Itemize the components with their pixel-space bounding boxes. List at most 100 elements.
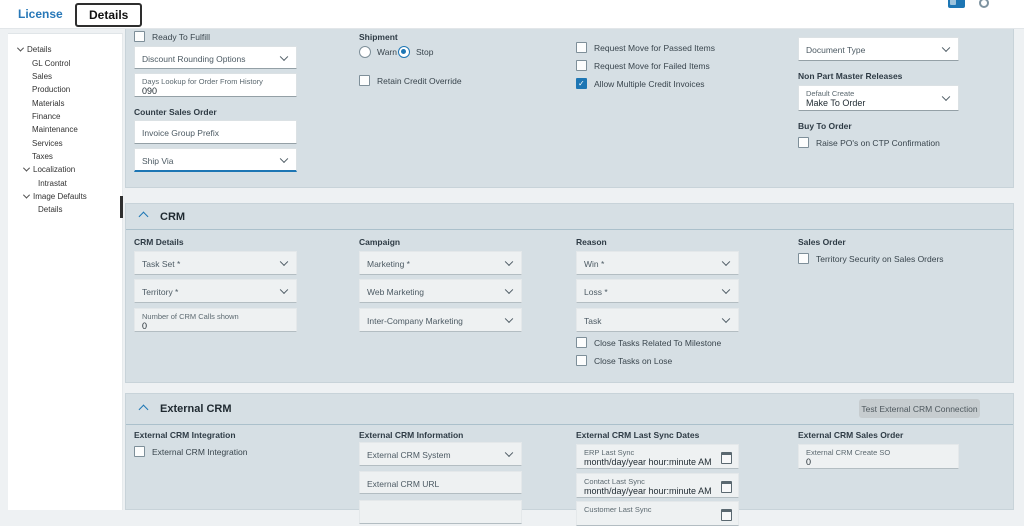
task-set-select[interactable]: Task Set *	[134, 251, 297, 275]
external-crm-section-title: External CRM	[160, 403, 232, 415]
crm-section-header: CRM	[126, 204, 1013, 230]
sales-order-header: Sales Order	[798, 237, 846, 247]
chevron-down-icon	[22, 164, 31, 172]
counter-sales-order-header: Counter Sales Order	[134, 107, 217, 117]
sidebar-scrollbar-thumb[interactable]	[120, 196, 123, 218]
card-icon[interactable]	[948, 0, 965, 8]
calendar-icon[interactable]	[721, 480, 732, 493]
checkbox-icon	[576, 60, 587, 71]
close-tasks-on-lose-checkbox[interactable]: Close Tasks on Lose	[576, 355, 672, 366]
warn-radio[interactable]: Warn	[359, 46, 397, 58]
ship-via-select[interactable]: Ship Via	[134, 148, 297, 172]
sidebar-item-production[interactable]: Production	[32, 85, 70, 94]
sidebar-item-materials[interactable]: Materials	[32, 99, 64, 108]
campaign-header: Campaign	[359, 237, 401, 247]
inter-company-marketing-select[interactable]: Inter-Company Marketing	[359, 308, 522, 332]
external-crm-section-panel: External CRM Test External CRM Connectio…	[125, 393, 1014, 526]
reason-header: Reason	[576, 237, 607, 247]
checkbox-icon	[576, 337, 587, 348]
external-crm-create-so-input[interactable]: External CRM Create SO 0	[798, 444, 959, 469]
invoice-group-prefix-input[interactable]: Invoice Group Prefix	[134, 120, 297, 144]
external-crm-integration-checkbox[interactable]: External CRM Integration	[134, 446, 247, 457]
sidebar-item-taxes[interactable]: Taxes	[32, 152, 53, 161]
default-create-select[interactable]: Default Create Make To Order	[798, 85, 959, 111]
num-crm-calls-input[interactable]: Number of CRM Calls shown 0	[134, 308, 297, 332]
tab-details[interactable]: Details	[75, 3, 143, 27]
non-part-master-releases-header: Non Part Master Releases	[798, 71, 903, 81]
radio-selected-icon	[398, 46, 410, 58]
checkbox-icon	[798, 137, 809, 148]
external-crm-information-header: External CRM Information	[359, 430, 464, 440]
checkbox-icon	[359, 75, 370, 86]
sidebar-item-details-child[interactable]: Details	[38, 205, 62, 214]
checkbox-icon	[134, 446, 145, 457]
checkbox-icon	[134, 31, 145, 42]
win-select[interactable]: Win *	[576, 251, 739, 275]
sidebar-item-finance[interactable]: Finance	[32, 112, 60, 121]
crm-details-header: CRM Details	[134, 237, 184, 247]
sidebar-item-localization[interactable]: Localization	[22, 164, 75, 174]
sidebar-tree: Details GL Control Sales Production Mate…	[8, 33, 123, 510]
sidebar-item-image-defaults[interactable]: Image Defaults	[22, 191, 87, 201]
chevron-down-icon	[16, 44, 25, 52]
chevron-down-icon	[279, 257, 289, 267]
request-move-passed-checkbox[interactable]: Request Move for Passed Items	[576, 42, 715, 53]
globe-icon[interactable]	[979, 0, 989, 8]
chevron-down-icon	[504, 257, 514, 267]
stop-radio[interactable]: Stop	[398, 46, 434, 58]
allow-multiple-credit-invoices-checkbox[interactable]: Allow Multiple Credit Invoices	[576, 78, 705, 89]
chevron-down-icon	[504, 448, 514, 458]
top-bar: License Details	[0, 0, 1024, 29]
sidebar-item-sales[interactable]: Sales	[32, 72, 52, 81]
calendar-icon[interactable]	[721, 451, 732, 464]
document-type-select[interactable]: Document Type	[798, 37, 959, 61]
ready-to-fulfill-checkbox[interactable]: Ready To Fulfill	[134, 31, 210, 42]
checkbox-icon	[798, 253, 809, 264]
customer-last-sync-input[interactable]: Customer Last Sync	[576, 501, 739, 526]
external-crm-sales-order-header: External CRM Sales Order	[798, 430, 904, 440]
contact-last-sync-input[interactable]: Contact Last Sync month/day/year hour:mi…	[576, 473, 739, 498]
test-external-crm-connection-button[interactable]: Test External CRM Connection	[859, 399, 980, 418]
general-section-panel: Ready To Fulfill Discount Rounding Optio…	[125, 28, 1014, 188]
shipment-header: Shipment	[359, 32, 398, 42]
chevron-down-icon	[721, 257, 731, 267]
web-marketing-select[interactable]: Web Marketing	[359, 279, 522, 303]
external-crm-system-select[interactable]: External CRM System	[359, 442, 522, 466]
tab-license[interactable]: License	[18, 7, 63, 21]
chevron-down-icon	[721, 285, 731, 295]
marketing-select[interactable]: Marketing *	[359, 251, 522, 275]
raise-pos-ctp-checkbox[interactable]: Raise PO's on CTP Confirmation	[798, 137, 940, 148]
crm-section-title: CRM	[160, 210, 186, 223]
chevron-up-icon[interactable]	[138, 211, 149, 222]
task-select[interactable]: Task	[576, 308, 739, 332]
chevron-down-icon	[721, 314, 731, 324]
territory-security-checkbox[interactable]: Territory Security on Sales Orders	[798, 253, 944, 264]
close-tasks-milestone-checkbox[interactable]: Close Tasks Related To Milestone	[576, 337, 721, 348]
loss-select[interactable]: Loss *	[576, 279, 739, 303]
chevron-down-icon	[504, 314, 514, 324]
buy-to-order-header: Buy To Order	[798, 121, 852, 131]
discount-rounding-options-select[interactable]: Discount Rounding Options	[134, 46, 297, 69]
external-crm-integration-header: External CRM Integration	[134, 430, 236, 440]
chevron-down-icon	[279, 285, 289, 295]
retain-credit-override-checkbox[interactable]: Retain Credit Override	[359, 75, 462, 86]
chevron-down-icon	[504, 285, 514, 295]
sidebar-item-intrastat[interactable]: Intrastat	[38, 179, 67, 188]
external-crm-url-input[interactable]: External CRM URL	[359, 471, 522, 494]
chevron-up-icon[interactable]	[138, 404, 149, 414]
request-move-failed-checkbox[interactable]: Request Move for Failed Items	[576, 60, 710, 71]
sidebar-item-details[interactable]: Details	[16, 44, 51, 54]
external-crm-extra-input[interactable]	[359, 500, 522, 524]
erp-last-sync-input[interactable]: ERP Last Sync month/day/year hour:minute…	[576, 444, 739, 469]
checkbox-checked-icon	[576, 78, 587, 89]
territory-select[interactable]: Territory *	[134, 279, 297, 303]
sidebar-item-maintenance[interactable]: Maintenance	[32, 125, 78, 134]
checkbox-icon	[576, 355, 587, 366]
sidebar-item-services[interactable]: Services	[32, 139, 63, 148]
calendar-icon[interactable]	[721, 508, 732, 521]
radio-icon	[359, 46, 371, 58]
days-lookup-input[interactable]: Days Lookup for Order From History 090	[134, 73, 297, 97]
checkbox-icon	[576, 42, 587, 53]
chevron-down-icon	[279, 52, 289, 61]
sidebar-item-gl-control[interactable]: GL Control	[32, 59, 70, 68]
